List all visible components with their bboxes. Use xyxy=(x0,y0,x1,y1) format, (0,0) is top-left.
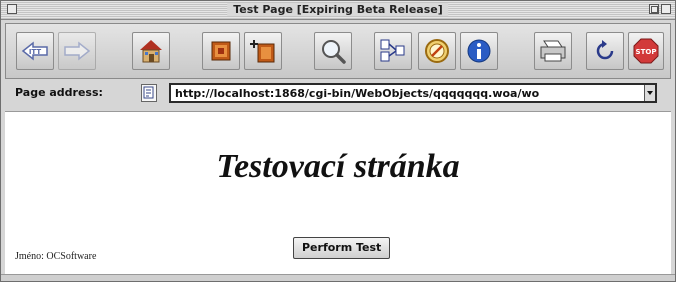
window-bottom-edge xyxy=(1,274,675,281)
back-arrow-icon: ITT xyxy=(21,41,48,61)
collapse-box[interactable] xyxy=(661,4,671,14)
search-button[interactable] xyxy=(314,32,352,70)
page-proxy-icon[interactable] xyxy=(141,84,157,102)
bookmark-icon xyxy=(211,41,231,61)
url-text[interactable]: http://localhost:1868/cgi-bin/WebObjects… xyxy=(175,87,539,100)
reload-button[interactable] xyxy=(586,32,624,70)
svg-text:STOP: STOP xyxy=(636,48,657,56)
add-bookmark-button[interactable] xyxy=(244,32,282,70)
browser-window: Test Page [Expiring Beta Release] ITT ST… xyxy=(0,0,676,282)
info-button[interactable] xyxy=(460,32,498,70)
print-icon xyxy=(540,40,566,62)
toolbar: ITT STOP xyxy=(5,23,671,79)
document-icon xyxy=(143,86,154,99)
stop-button[interactable]: STOP xyxy=(628,32,664,70)
page-content: Testovací stránka Jméno: OCSoftware Perf… xyxy=(5,111,671,277)
add-bookmark-icon xyxy=(250,40,275,63)
address-label: Page address: xyxy=(15,86,103,99)
history-button[interactable] xyxy=(374,32,412,70)
info-icon xyxy=(467,39,491,63)
window-title: Test Page [Expiring Beta Release] xyxy=(227,3,449,16)
back-button[interactable]: ITT xyxy=(16,32,54,70)
address-bar: Page address: http://localhost:1868/cgi-… xyxy=(5,81,671,107)
page-heading: Testovací stránka xyxy=(216,148,460,185)
close-box[interactable] xyxy=(7,4,17,14)
stop-icon: STOP xyxy=(633,38,659,64)
forward-arrow-icon xyxy=(64,41,91,61)
print-button[interactable] xyxy=(534,32,572,70)
perform-test-button[interactable]: Perform Test xyxy=(293,237,391,259)
reload-icon xyxy=(596,40,614,60)
search-icon xyxy=(322,40,346,64)
compass-icon xyxy=(425,39,449,63)
preferences-button[interactable] xyxy=(418,32,456,70)
zoom-box[interactable] xyxy=(649,4,659,14)
url-dropdown-button[interactable] xyxy=(644,85,655,101)
url-input[interactable]: http://localhost:1868/cgi-bin/WebObjects… xyxy=(169,83,657,103)
footer-name-text: Jméno: OCSoftware xyxy=(15,251,97,262)
history-icon xyxy=(380,39,405,62)
home-button[interactable] xyxy=(132,32,170,70)
title-bar[interactable]: Test Page [Expiring Beta Release] xyxy=(1,1,675,20)
forward-button[interactable] xyxy=(58,32,96,70)
bookmarks-button[interactable] xyxy=(202,32,240,70)
svg-text:ITT: ITT xyxy=(29,48,42,56)
home-icon xyxy=(140,40,162,63)
